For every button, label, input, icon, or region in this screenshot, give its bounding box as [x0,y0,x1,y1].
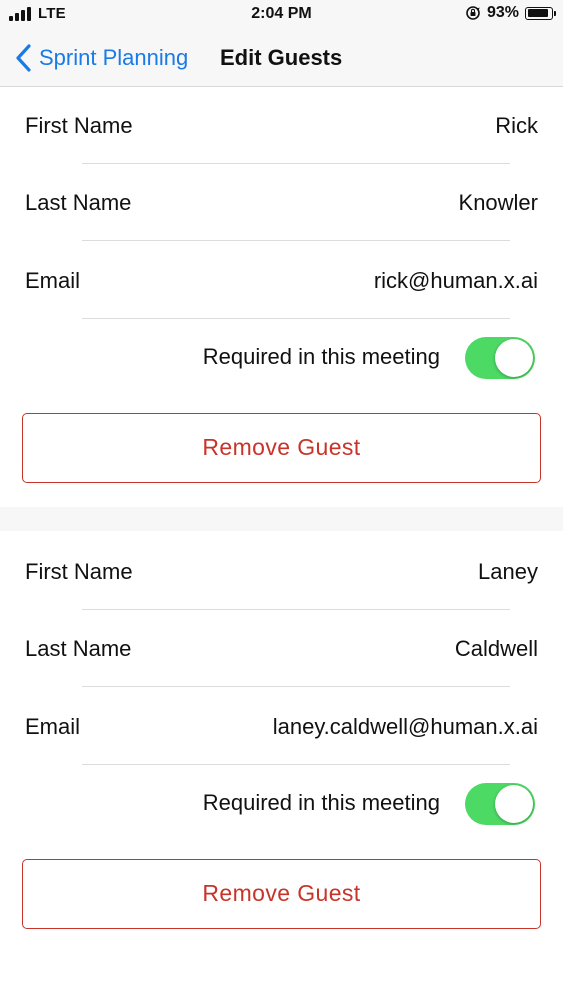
required-row: Required in this meeting [0,319,563,395]
required-toggle[interactable] [465,783,535,825]
back-button[interactable]: Sprint Planning [14,39,188,77]
email-label: Email [25,268,81,293]
last-name-value[interactable]: Caldwell [455,611,538,687]
row-divider [82,609,510,610]
toggle-knob [495,339,533,377]
guest-card: First Name Rick Last Name Knowler Email … [0,88,563,507]
remove-guest-button[interactable]: Remove Guest [22,413,541,483]
first-name-label: First Name [25,113,133,138]
rotation-lock-icon [466,6,480,20]
email-value[interactable]: laney.caldwell@human.x.ai [273,689,538,765]
row-divider [82,163,510,164]
first-name-label: First Name [25,559,133,584]
battery-percent: 93% [486,4,519,21]
email-row[interactable]: Email rick@human.x.ai [0,243,563,319]
required-label: Required in this meeting [202,790,440,815]
email-value[interactable]: rick@human.x.ai [374,243,538,319]
first-name-row[interactable]: First Name Laney [0,534,563,610]
email-row[interactable]: Email laney.caldwell@human.x.ai [0,689,563,765]
back-label: Sprint Planning [39,45,189,70]
battery-icon [525,6,556,20]
chevron-left-icon [16,44,31,72]
navigation-bar: Sprint Planning Edit Guests [0,30,563,87]
email-label: Email [25,714,81,739]
page-title: Edit Guests [220,45,343,70]
guest-card: First Name Laney Last Name Caldwell Emai… [0,531,563,1000]
status-right: 93% [465,4,556,22]
last-name-label: Last Name [25,190,132,215]
last-name-row[interactable]: Last Name Knowler [0,165,563,241]
section-separator [0,507,563,531]
last-name-row[interactable]: Last Name Caldwell [0,611,563,687]
row-divider [82,240,510,241]
last-name-value[interactable]: Knowler [459,165,538,241]
battery-fill [527,9,548,17]
status-bar: LTE 2:04 PM 93% [0,0,563,30]
first-name-row[interactable]: First Name Rick [0,88,563,164]
row-divider [82,686,510,687]
remove-guest-button[interactable]: Remove Guest [22,859,541,929]
toggle-knob [495,785,533,823]
required-row: Required in this meeting [0,765,563,841]
first-name-value[interactable]: Laney [478,534,538,610]
required-toggle[interactable] [465,337,535,379]
required-label: Required in this meeting [202,344,440,369]
last-name-label: Last Name [25,636,132,661]
first-name-value[interactable]: Rick [495,88,538,164]
